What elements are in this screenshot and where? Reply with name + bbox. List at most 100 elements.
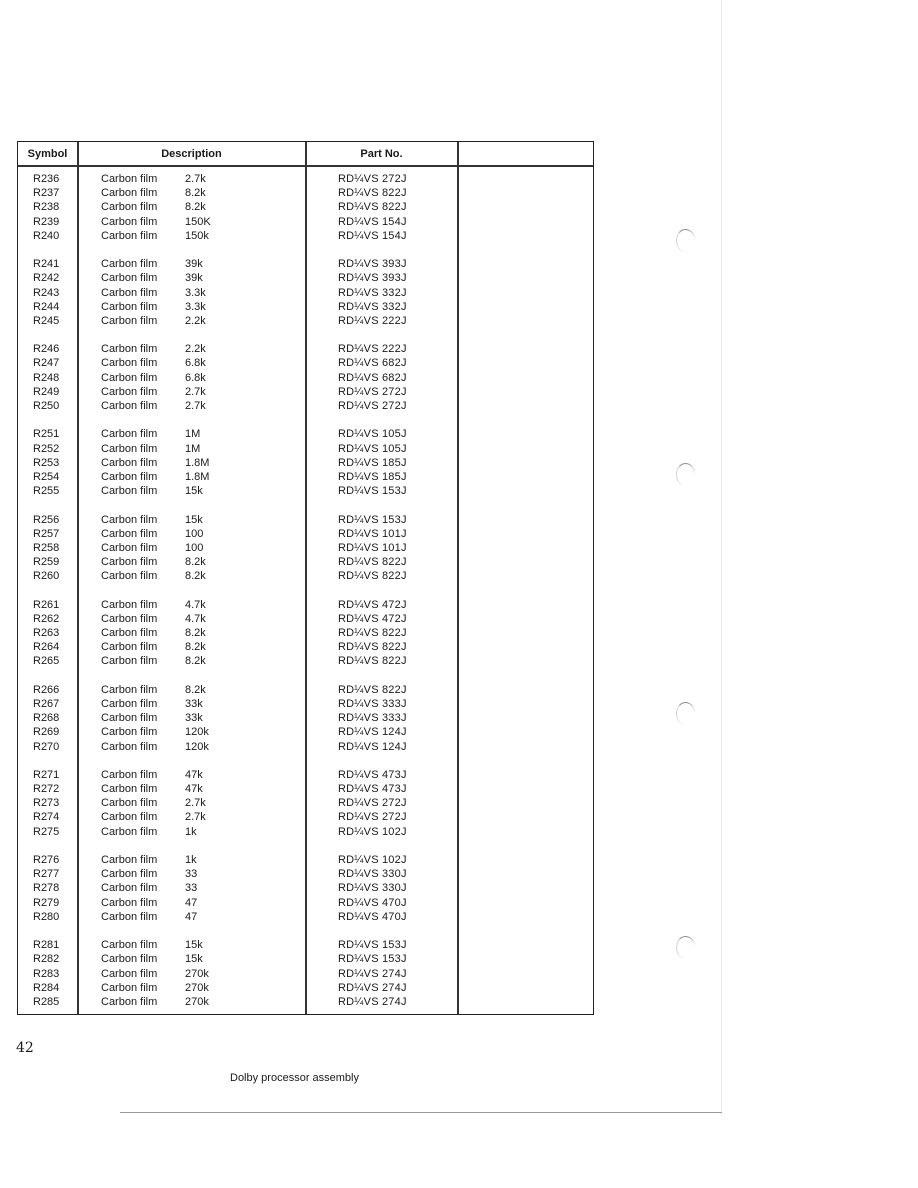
cell-symbol: R281 bbox=[33, 939, 60, 952]
cell-part-no: RD¼VS 105J bbox=[338, 428, 407, 441]
cell-description: Carbon film bbox=[101, 825, 158, 838]
cell-value: 120k bbox=[185, 740, 209, 753]
cell-part-no: RD¼VS 153J bbox=[338, 953, 407, 966]
cell-description: Carbon film bbox=[101, 314, 158, 327]
cell-description: Carbon film bbox=[101, 527, 158, 540]
cell-value: 47 bbox=[185, 896, 198, 909]
table-row: R255 Carbon film 15k RD¼VS 153J bbox=[18, 484, 593, 498]
cell-symbol: R251 bbox=[33, 428, 60, 441]
cell-value: 15k bbox=[185, 513, 203, 526]
cell-symbol: R279 bbox=[33, 896, 60, 909]
cell-part-no: RD¼VS 393J bbox=[338, 258, 407, 271]
cell-value: 33 bbox=[185, 882, 198, 895]
table-row: R266 Carbon film 8.2k RD¼VS 822J bbox=[18, 683, 593, 697]
cell-part-no: RD¼VS 272J bbox=[338, 400, 407, 412]
cell-part-no: RD¼VS 154J bbox=[338, 215, 407, 228]
cell-symbol: R244 bbox=[33, 300, 60, 313]
cell-part-no: RD¼VS 272J bbox=[338, 797, 407, 810]
cell-description: Carbon film bbox=[101, 783, 158, 796]
cell-symbol: R276 bbox=[33, 854, 60, 866]
cell-description: Carbon film bbox=[101, 967, 158, 980]
cell-description: Carbon film bbox=[101, 868, 158, 881]
table-row: R278 Carbon film 33 RD¼VS 330J bbox=[18, 881, 593, 895]
row-group: R256 Carbon film 15k RD¼VS 153J R257 Carbon f… bbox=[18, 513, 593, 584]
cell-symbol: R274 bbox=[33, 811, 60, 824]
footer-caption: Dolby processor assembly bbox=[230, 1072, 359, 1084]
table-row: R252 Carbon film 1M RD¼VS 105J bbox=[18, 442, 593, 456]
cell-symbol: R272 bbox=[33, 783, 60, 796]
header-part-no: Part No. bbox=[360, 148, 403, 160]
cell-description: Carbon film bbox=[101, 229, 158, 242]
cell-description: Carbon film bbox=[101, 712, 158, 725]
cell-symbol: R262 bbox=[33, 612, 60, 625]
cell-symbol: R267 bbox=[33, 697, 60, 710]
cell-value: 8.2k bbox=[185, 187, 206, 200]
header-description: Description bbox=[161, 148, 222, 160]
cell-part-no: RD¼VS 472J bbox=[338, 612, 407, 625]
cell-symbol: R275 bbox=[33, 825, 60, 838]
cell-description: Carbon film bbox=[101, 655, 158, 668]
table-row: R276 Carbon film 1k RD¼VS 102J bbox=[18, 853, 593, 867]
cell-symbol: R257 bbox=[33, 527, 60, 540]
cell-description: Carbon film bbox=[101, 173, 158, 185]
cell-value: 270k bbox=[185, 981, 209, 994]
cell-part-no: RD¼VS 330J bbox=[338, 868, 407, 881]
cell-part-no: RD¼VS 274J bbox=[338, 981, 407, 994]
cell-part-no: RD¼VS 333J bbox=[338, 712, 407, 725]
table-row: R280 Carbon film 47 RD¼VS 470J bbox=[18, 910, 593, 924]
row-group: R281 Carbon film 15k RD¼VS 153J R282 Carbon f… bbox=[18, 938, 593, 1009]
cell-value: 1.8M bbox=[185, 470, 210, 483]
table-row: R262 Carbon film 4.7k RD¼VS 472J bbox=[18, 612, 593, 626]
header-symbol: Symbol bbox=[27, 148, 68, 160]
cell-symbol: R238 bbox=[33, 201, 60, 214]
row-group: R266 Carbon film 8.2k RD¼VS 822J R267 Carbon … bbox=[18, 683, 593, 754]
parts-list-table: Symbol Description Part No. R236 Carbon f… bbox=[17, 141, 594, 1015]
cell-value: 2.2k bbox=[185, 314, 206, 327]
table-row: R242 Carbon film 39k RD¼VS 393J bbox=[18, 271, 593, 285]
cell-description: Carbon film bbox=[101, 428, 158, 441]
cell-symbol: R285 bbox=[33, 995, 60, 1008]
table-row: R238 Carbon film 8.2k RD¼VS 822J bbox=[18, 200, 593, 214]
table-row: R267 Carbon film 33k RD¼VS 333J bbox=[18, 697, 593, 711]
table-row: R240 Carbon film 150k RD¼VS 154J bbox=[18, 229, 593, 243]
table-row: R243 Carbon film 3.3k RD¼VS 332J bbox=[18, 286, 593, 300]
cell-description: Carbon film bbox=[101, 485, 158, 498]
cell-value: 120k bbox=[185, 726, 209, 739]
punch-hole-mark bbox=[676, 936, 695, 959]
cell-part-no: RD¼VS 473J bbox=[338, 783, 407, 796]
table-row: R269 Carbon film 120k RD¼VS 124J bbox=[18, 725, 593, 739]
cell-symbol: R270 bbox=[33, 740, 60, 753]
cell-part-no: RD¼VS 822J bbox=[338, 641, 407, 654]
cell-part-no: RD¼VS 822J bbox=[338, 556, 407, 569]
cell-value: 8.2k bbox=[185, 683, 206, 696]
cell-symbol: R280 bbox=[33, 910, 60, 923]
table-row: R274 Carbon film 2.7k RD¼VS 272J bbox=[18, 810, 593, 824]
table-row: R277 Carbon film 33 RD¼VS 330J bbox=[18, 867, 593, 881]
cell-part-no: RD¼VS 154J bbox=[338, 229, 407, 242]
cell-description: Carbon film bbox=[101, 456, 158, 469]
cell-value: 2.7k bbox=[185, 400, 206, 412]
cell-value: 8.2k bbox=[185, 627, 206, 639]
cell-symbol: R242 bbox=[33, 272, 60, 285]
page-edge bbox=[721, 0, 722, 1115]
cell-part-no: RD¼VS 822J bbox=[338, 187, 407, 200]
cell-part-no: RD¼VS 153J bbox=[338, 939, 407, 952]
cell-description: Carbon film bbox=[101, 740, 158, 753]
cell-part-no: RD¼VS 102J bbox=[338, 854, 407, 866]
cell-part-no: RD¼VS 124J bbox=[338, 740, 407, 753]
cell-description: Carbon film bbox=[101, 442, 158, 455]
cell-part-no: RD¼VS 473J bbox=[338, 768, 407, 781]
header-divider bbox=[18, 165, 593, 167]
cell-description: Carbon film bbox=[101, 258, 158, 271]
cell-value: 3.3k bbox=[185, 286, 206, 299]
cell-value: 47k bbox=[185, 768, 203, 781]
cell-symbol: R266 bbox=[33, 683, 60, 696]
cell-value: 2.7k bbox=[185, 173, 206, 185]
cell-part-no: RD¼VS 274J bbox=[338, 995, 407, 1008]
table-row: R281 Carbon film 15k RD¼VS 153J bbox=[18, 938, 593, 952]
cell-value: 47k bbox=[185, 783, 203, 796]
row-group: R251 Carbon film 1M RD¼VS 105J R252 Carbon fi… bbox=[18, 427, 593, 498]
table-row: R241 Carbon film 39k RD¼VS 393J bbox=[18, 257, 593, 271]
cell-part-no: RD¼VS 470J bbox=[338, 896, 407, 909]
cell-description: Carbon film bbox=[101, 882, 158, 895]
